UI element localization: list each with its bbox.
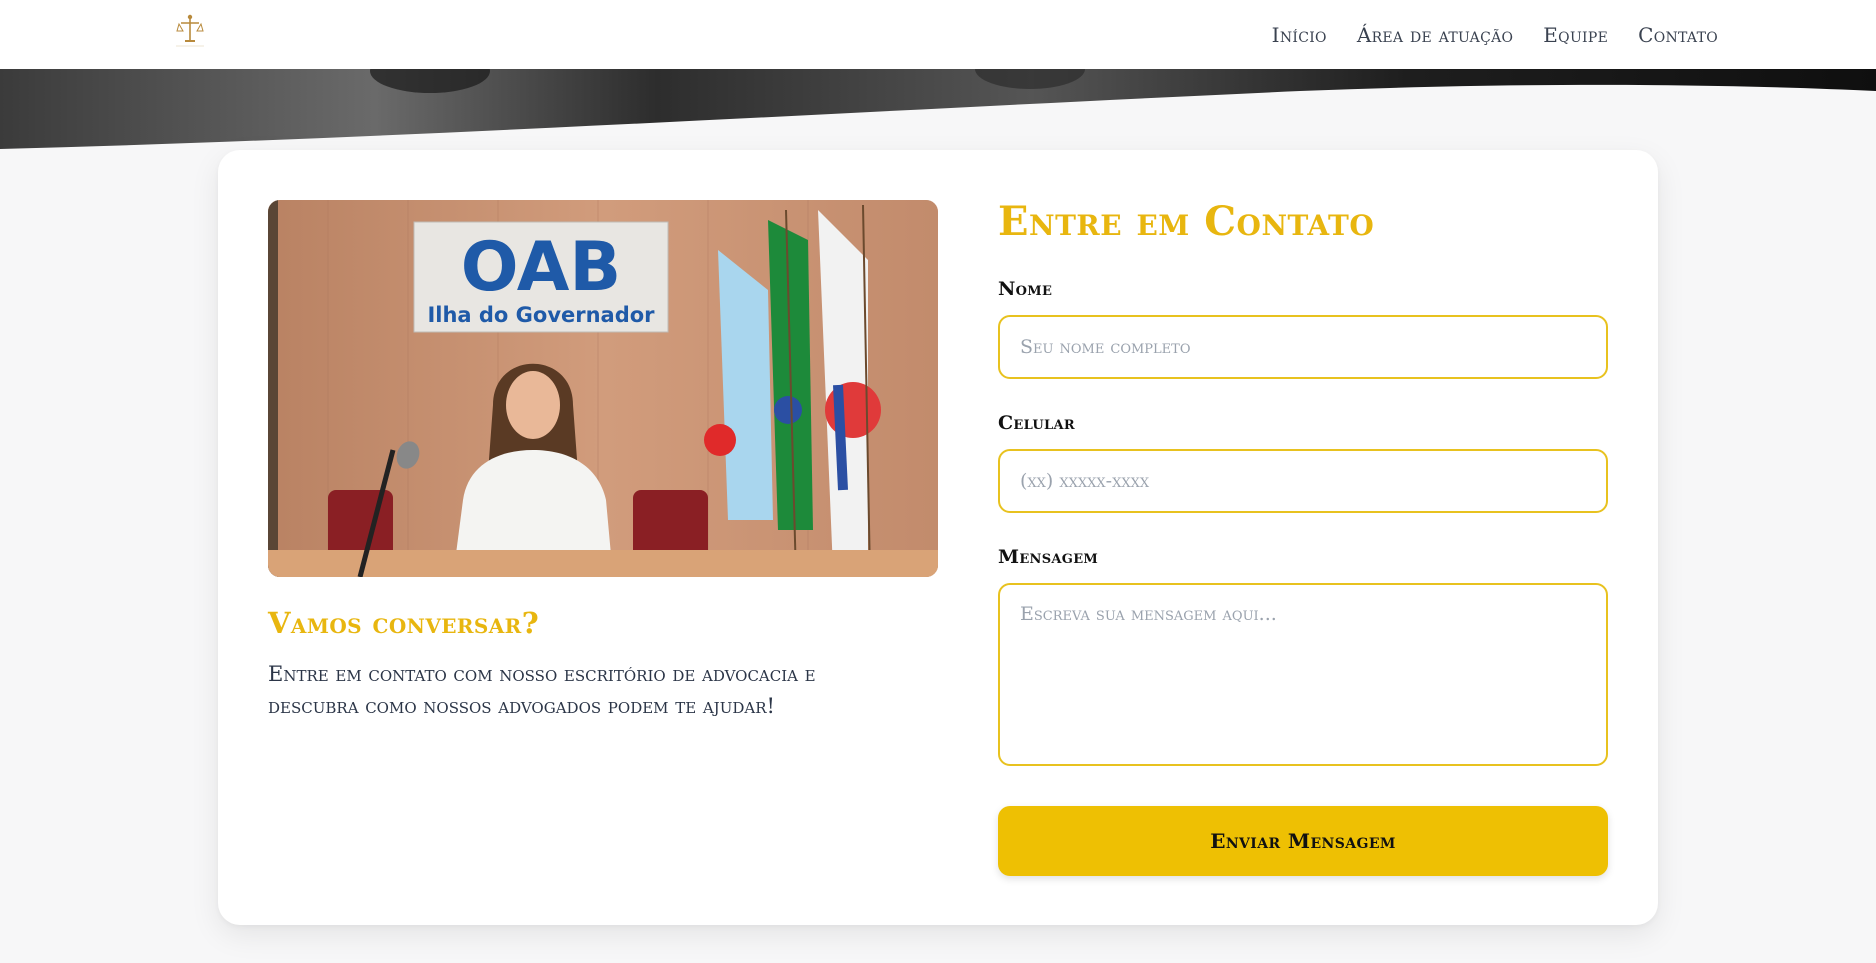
send-message-button[interactable]: Enviar Mensagem bbox=[998, 806, 1608, 876]
contact-card: OAB Ilha do Governador Vamos conversar? … bbox=[218, 150, 1658, 925]
sign-location-text: Ilha do Governador bbox=[427, 303, 655, 327]
nav-link-inicio[interactable]: Início bbox=[1272, 23, 1327, 47]
nav-link-area-de-atuacao[interactable]: Área de atuação bbox=[1357, 23, 1513, 47]
name-input[interactable] bbox=[998, 315, 1608, 379]
phone-label: Celular bbox=[998, 412, 1075, 434]
message-textarea[interactable] bbox=[998, 583, 1608, 766]
scales-of-justice-logo-icon bbox=[176, 14, 204, 47]
phone-input[interactable] bbox=[998, 449, 1608, 513]
sign-oab-text: OAB bbox=[461, 228, 621, 307]
nav-link-contato[interactable]: Contato bbox=[1638, 23, 1718, 47]
name-label: Nome bbox=[998, 278, 1053, 300]
hero-banner bbox=[0, 69, 1876, 161]
office-photo: OAB Ilha do Governador bbox=[268, 200, 938, 577]
message-label: Mensagem bbox=[998, 546, 1099, 568]
intro-title: Vamos conversar? bbox=[268, 606, 540, 640]
logo[interactable] bbox=[164, 10, 216, 50]
main-nav: Início Área de atuação Equipe Contato bbox=[1272, 0, 1718, 69]
nav-link-equipe[interactable]: Equipe bbox=[1543, 23, 1608, 47]
hero-background-image bbox=[0, 69, 1876, 161]
intro-text: Entre em contato com nosso escritório de… bbox=[268, 662, 816, 718]
form-title: Entre em Contato bbox=[998, 198, 1375, 245]
navbar: Início Área de atuação Equipe Contato bbox=[0, 0, 1876, 69]
